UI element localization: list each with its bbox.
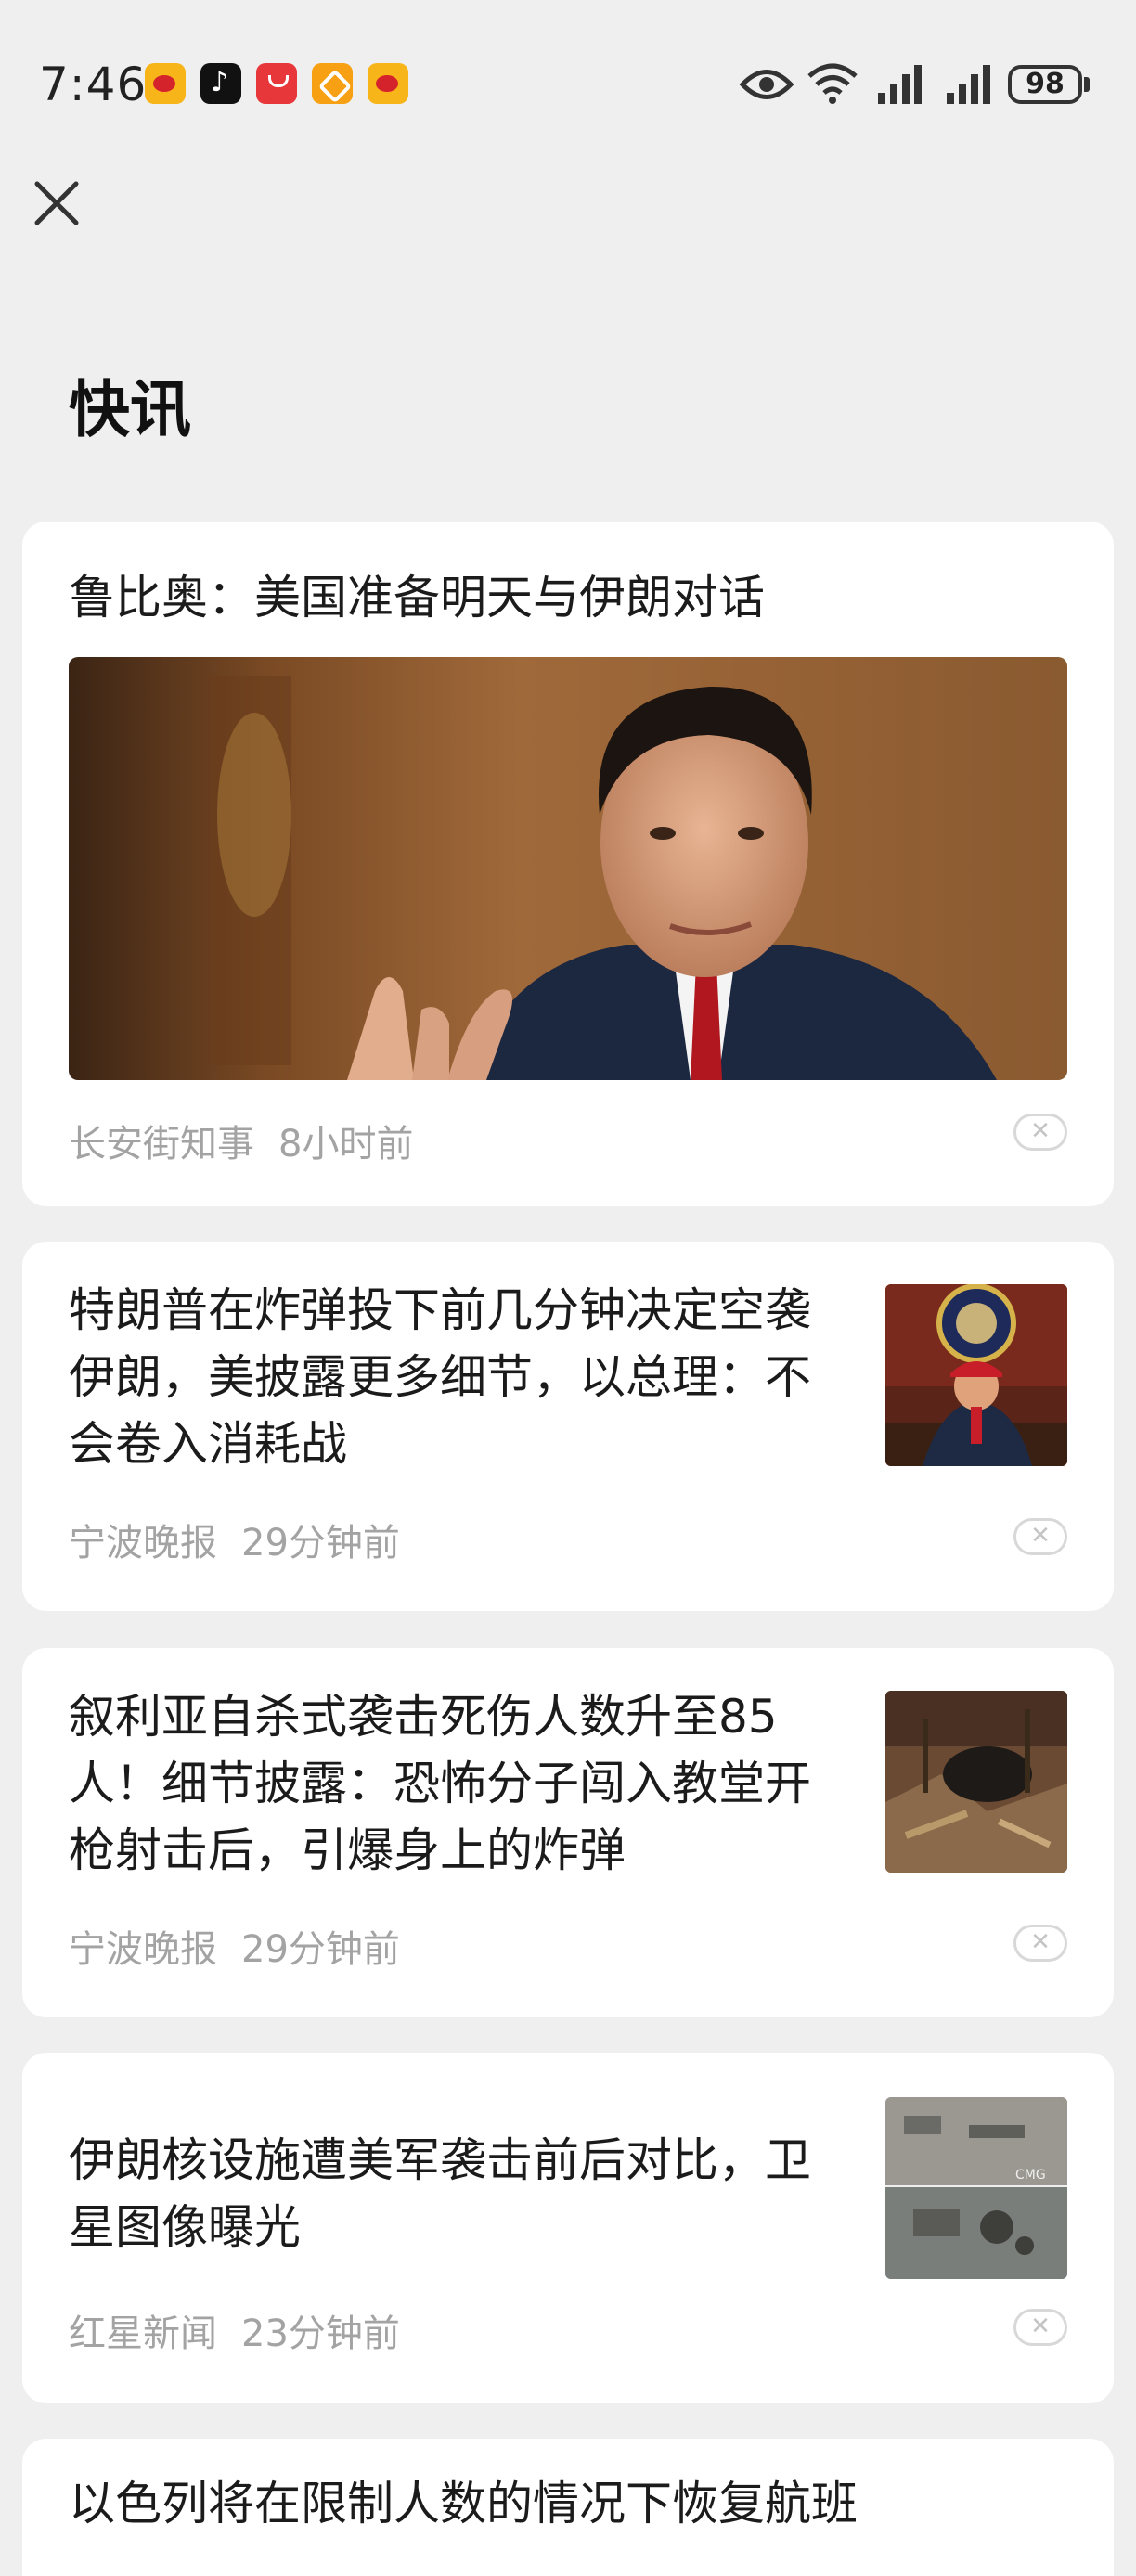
news-card[interactable]: 以色列将在限制人数的情况下恢复航班 [22,2439,1114,2576]
news-card[interactable]: 特朗普在炸弹投下前几分钟决定空袭 伊朗，美披露更多细节，以总理：不 会卷入消耗战… [22,1242,1114,1611]
close-button[interactable] [28,174,85,232]
news-title-line: 伊朗，美披露更多细节，以总理：不 [69,1350,811,1404]
news-time: 29分钟前 [241,1928,400,1971]
dismiss-button[interactable]: ✕ [1013,1114,1067,1151]
news-title[interactable]: 以色列将在限制人数的情况下恢复航班 [69,2470,858,2537]
news-title-line: 枪射击后，引爆身上的炸弹 [69,1823,626,1877]
news-source: 红星新闻 [69,2312,217,2355]
news-title-line: 会卷入消耗战 [69,1417,347,1471]
news-meta: 宁波晚报 29分钟前 [69,1919,400,1973]
signal-icon [947,65,990,104]
news-source: 长安街知事 [69,1123,254,1166]
image-watermark: CMG [1015,2168,1046,2183]
thumbnail-photo [885,1691,1067,1873]
news-title[interactable]: 伊朗核设施遭美军袭击前后对比，卫 星图像曝光 [69,2127,811,2260]
news-meta: 红星新闻 23分钟前 [69,2303,400,2357]
eye-icon [739,70,794,99]
signal-icon [878,65,922,104]
news-time: 23分钟前 [241,2312,400,2355]
weibo-icon [145,63,186,104]
news-meta: 长安街知事 8小时前 [69,1114,413,1167]
huawei-icon [256,63,297,104]
news-title[interactable]: 鲁比奥：美国准备明天与伊朗对话 [69,564,765,631]
orange-app-icon [312,63,353,104]
news-meta: 宁波晚报 29分钟前 [69,1513,400,1566]
close-icon [34,181,79,225]
battery-tip [1084,77,1090,92]
tiktok-icon [200,63,241,104]
hero-photo [69,657,1067,1080]
news-title-line: 伊朗核设施遭美军袭击前后对比，卫 [69,2133,811,2187]
news-time: 29分钟前 [241,1522,400,1565]
dismiss-button[interactable]: ✕ [1013,1925,1067,1962]
news-title-line: 星图像曝光 [69,2200,301,2254]
page-title: 快讯 [69,374,191,445]
news-title[interactable]: 叙利亚自杀式袭击死伤人数升至85 人！细节披露：恐怖分子闯入教堂开 枪射击后，引… [69,1683,811,1884]
news-time: 8小时前 [278,1123,414,1166]
status-time: 7:46 [39,58,148,111]
dismiss-button[interactable]: ✕ [1013,1518,1067,1555]
news-thumbnail[interactable]: CMG [885,2097,1067,2279]
news-title-line: 人！细节披露：恐怖分子闯入教堂开 [69,1757,811,1810]
news-source: 宁波晚报 [69,1928,217,1971]
battery-icon: 98 [1008,65,1082,104]
news-card[interactable]: 鲁比奥：美国准备明天与伊朗对话 长安街知事 8小时前 ✕ [22,522,1114,1206]
wifi-icon [807,63,858,104]
dismiss-button[interactable]: ✕ [1013,2309,1067,2346]
news-title[interactable]: 特朗普在炸弹投下前几分钟决定空袭 伊朗，美披露更多细节，以总理：不 会卷入消耗战 [69,1277,811,1477]
satellite-thumbnail: CMG [885,2097,1067,2279]
news-card[interactable]: 伊朗核设施遭美军袭击前后对比，卫 星图像曝光 CMG 红星新闻 23分钟前 ✕ [22,2053,1114,2403]
status-bar: 7:46 98 [0,0,1136,167]
weibo-icon [368,63,408,104]
thumbnail-photo [885,1284,1067,1466]
news-source: 宁波晚报 [69,1522,217,1565]
news-thumbnail[interactable] [885,1691,1067,1873]
news-hero-image[interactable] [69,657,1067,1080]
news-title-line: 特朗普在炸弹投下前几分钟决定空袭 [69,1283,811,1337]
news-flash-screen: 7:46 98 [0,0,1136,2576]
news-title-line: 叙利亚自杀式袭击死伤人数升至85 [69,1690,778,1744]
news-card[interactable]: 叙利亚自杀式袭击死伤人数升至85 人！细节披露：恐怖分子闯入教堂开 枪射击后，引… [22,1648,1114,2017]
news-thumbnail[interactable] [885,1284,1067,1466]
